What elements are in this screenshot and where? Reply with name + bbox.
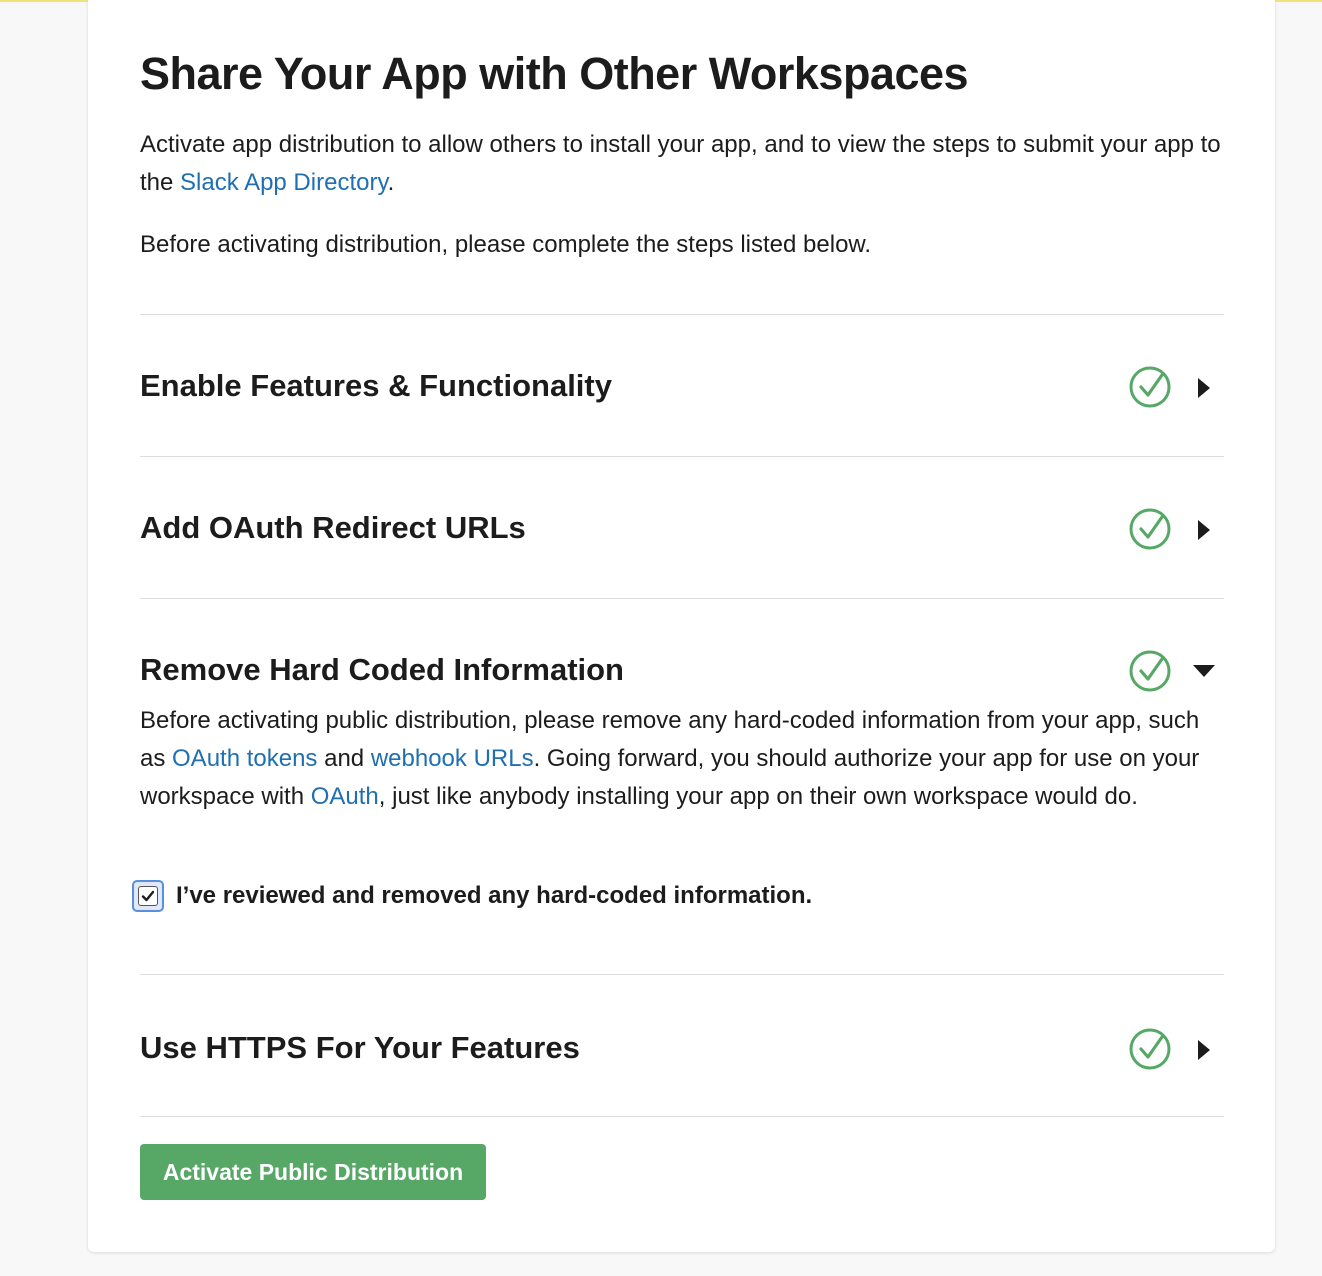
check-circle-icon <box>1129 508 1171 550</box>
divider <box>140 1116 1224 1117</box>
check-circle-icon <box>1129 1028 1171 1070</box>
oauth-tokens-link[interactable]: OAuth tokens <box>172 745 317 772</box>
divider <box>140 456 1224 457</box>
checkbox-box <box>138 886 158 906</box>
divider <box>140 314 1224 315</box>
intro-text: Activate app distribution to allow other… <box>140 126 1224 202</box>
body-text-part: , just like anybody installing your app … <box>378 783 1138 810</box>
step-body-text: Before activating public distribution, p… <box>140 702 1224 816</box>
hard-coded-confirm-row[interactable]: I’ve reviewed and removed any hard-coded… <box>132 880 812 912</box>
caret-right-icon[interactable] <box>1192 376 1216 400</box>
check-circle-icon <box>1129 650 1171 692</box>
slack-app-directory-link[interactable]: Slack App Directory <box>180 169 388 196</box>
step-title[interactable]: Enable Features & Functionality <box>140 366 612 406</box>
checkmark-icon <box>141 890 155 902</box>
intro-text-end: . <box>387 169 395 196</box>
divider <box>140 974 1224 975</box>
body-text-part: and <box>317 745 371 772</box>
divider <box>140 598 1224 599</box>
check-circle-icon <box>1129 366 1171 408</box>
hard-coded-confirm-checkbox[interactable] <box>132 880 164 912</box>
caret-down-icon[interactable] <box>1192 659 1216 683</box>
caret-right-icon[interactable] <box>1192 1038 1216 1062</box>
distribution-card: Share Your App with Other Workspaces Act… <box>88 0 1275 1252</box>
hard-coded-confirm-label[interactable]: I’ve reviewed and removed any hard-coded… <box>176 882 812 910</box>
oauth-link[interactable]: OAuth <box>311 783 379 810</box>
page-title: Share Your App with Other Workspaces <box>140 48 969 99</box>
webhook-urls-link[interactable]: webhook URLs <box>371 745 534 772</box>
caret-right-icon[interactable] <box>1192 518 1216 542</box>
step-title[interactable]: Add OAuth Redirect URLs <box>140 508 526 548</box>
step-title[interactable]: Remove Hard Coded Information <box>140 650 624 690</box>
step-title[interactable]: Use HTTPS For Your Features <box>140 1028 580 1068</box>
activate-public-distribution-button[interactable]: Activate Public Distribution <box>140 1144 486 1200</box>
intro-note: Before activating distribution, please c… <box>140 231 872 258</box>
